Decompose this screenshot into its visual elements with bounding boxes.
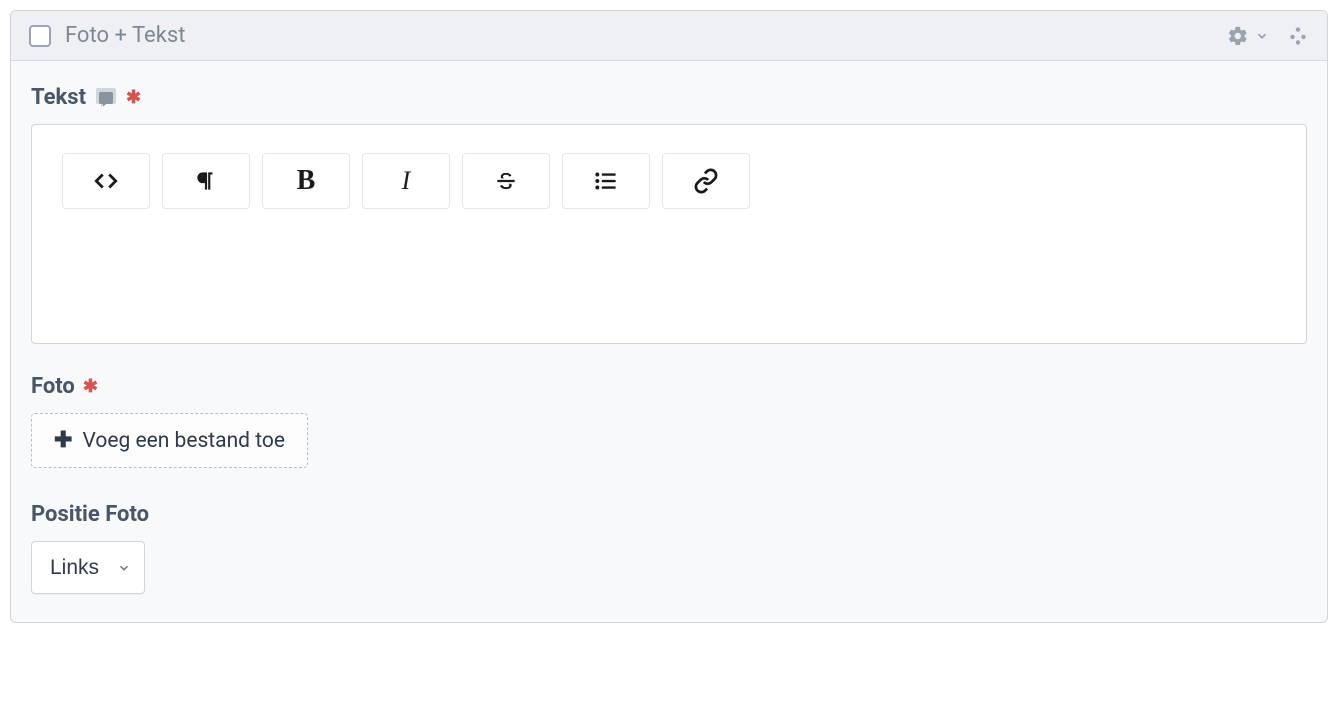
drag-handle-icon[interactable]	[1287, 25, 1309, 47]
panel-checkbox[interactable]	[29, 25, 51, 47]
field-text-section: Tekst ✱	[31, 85, 1307, 344]
link-icon	[693, 168, 719, 194]
add-file-button[interactable]: ✚ Voeg een bestand toe	[31, 413, 308, 468]
chevron-down-icon	[1255, 29, 1269, 43]
panel-header-left: Foto + Tekst	[29, 23, 1227, 48]
list-icon	[593, 168, 619, 194]
field-position-section: Positie Foto Links	[31, 502, 1307, 594]
panel-title: Foto + Tekst	[65, 23, 185, 48]
strikethrough-icon	[493, 168, 519, 194]
tool-bold-button[interactable]: B	[262, 153, 350, 209]
code-icon	[93, 168, 119, 194]
comment-icon[interactable]	[94, 86, 118, 110]
required-indicator: ✱	[83, 376, 98, 397]
gear-icon	[1227, 25, 1249, 47]
editor-content-area[interactable]	[62, 229, 1276, 309]
tool-code-button[interactable]	[62, 153, 150, 209]
tool-strikethrough-button[interactable]	[462, 153, 550, 209]
paragraph-icon	[193, 168, 219, 194]
panel-settings-button[interactable]	[1227, 25, 1269, 47]
panel-header: Foto + Tekst	[11, 11, 1327, 61]
field-photo-section: Foto ✱ ✚ Voeg een bestand toe	[31, 374, 1307, 498]
tool-paragraph-button[interactable]	[162, 153, 250, 209]
panel-body: Tekst ✱	[11, 61, 1327, 622]
tool-italic-button[interactable]: I	[362, 153, 450, 209]
field-text-label-row: Tekst ✱	[31, 85, 1307, 110]
field-position-label-row: Positie Foto	[31, 502, 1307, 527]
field-photo-label-row: Foto ✱	[31, 374, 1307, 399]
field-photo-label: Foto	[31, 374, 75, 399]
position-select-wrap: Links	[31, 541, 145, 594]
tool-list-button[interactable]	[562, 153, 650, 209]
tool-link-button[interactable]	[662, 153, 750, 209]
editor-toolbar: B I	[62, 153, 1276, 209]
add-file-label: Voeg een bestand toe	[82, 429, 285, 453]
panel-header-actions	[1227, 25, 1309, 47]
plus-icon: ✚	[54, 428, 72, 453]
field-position-label: Positie Foto	[31, 502, 149, 527]
required-indicator: ✱	[126, 87, 141, 108]
panel-foto-tekst: Foto + Tekst Tekst	[10, 10, 1328, 623]
field-text-label: Tekst	[31, 85, 86, 110]
rich-text-editor: B I	[31, 124, 1307, 344]
position-select[interactable]: Links	[31, 541, 145, 594]
